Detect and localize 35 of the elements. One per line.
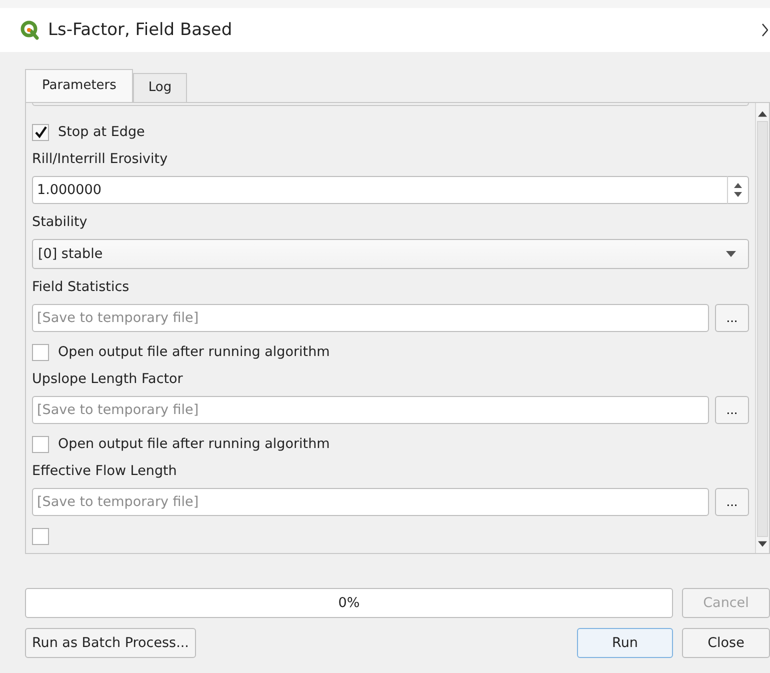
checkbox-label: Stop at Edge <box>58 124 145 140</box>
checkbox[interactable] <box>32 344 49 360</box>
parameter-label: Field Statistics <box>32 279 130 297</box>
checkbox[interactable] <box>32 528 49 544</box>
parameter-label: Stability <box>32 214 88 232</box>
close-icon[interactable] <box>762 23 768 37</box>
tab[interactable]: Parameters <box>25 69 134 102</box>
app-logo-icon <box>20 20 40 40</box>
dialog-button[interactable]: Run <box>577 628 673 658</box>
dropdown[interactable]: [0] stable <box>32 239 749 269</box>
checkbox[interactable] <box>32 436 49 452</box>
browse-button[interactable]: ... <box>715 304 749 332</box>
output-file-field[interactable]: [Save to temporary file] <box>32 488 709 516</box>
dialog-button[interactable]: Close <box>682 628 770 658</box>
progress-text: 0% <box>338 595 360 611</box>
output-file-field[interactable]: [Save to temporary file] <box>32 396 709 424</box>
parameter-label: Effective Flow Length <box>32 463 178 481</box>
scroll-up-icon[interactable] <box>758 111 767 117</box>
parameter-label: Upslope Length Factor <box>32 371 184 389</box>
scroll-down-icon[interactable] <box>758 541 767 547</box>
scrollbar[interactable] <box>755 103 769 553</box>
batch-process-button[interactable]: Run as Batch Process... <box>25 628 196 658</box>
checkbox[interactable] <box>32 124 49 140</box>
tab[interactable]: Log <box>133 73 187 102</box>
dropdown-arrow-icon <box>726 251 736 257</box>
spin-buttons[interactable] <box>727 176 749 204</box>
browse-button[interactable]: ... <box>715 396 749 424</box>
checkbox-label: Open output file after running algorithm <box>58 344 330 360</box>
spin-arrows-icon[interactable] <box>733 182 743 198</box>
checkbox-label: Open output file after running algorithm <box>58 436 330 452</box>
output-file-field[interactable]: [Save to temporary file] <box>32 304 709 332</box>
parameter-label: Rill/Interrill Erosivity <box>32 151 169 169</box>
window-title: Ls-Factor, Field Based <box>48 20 234 40</box>
number-field[interactable]: 1.000000 <box>32 176 727 204</box>
browse-button[interactable]: ... <box>715 488 749 516</box>
